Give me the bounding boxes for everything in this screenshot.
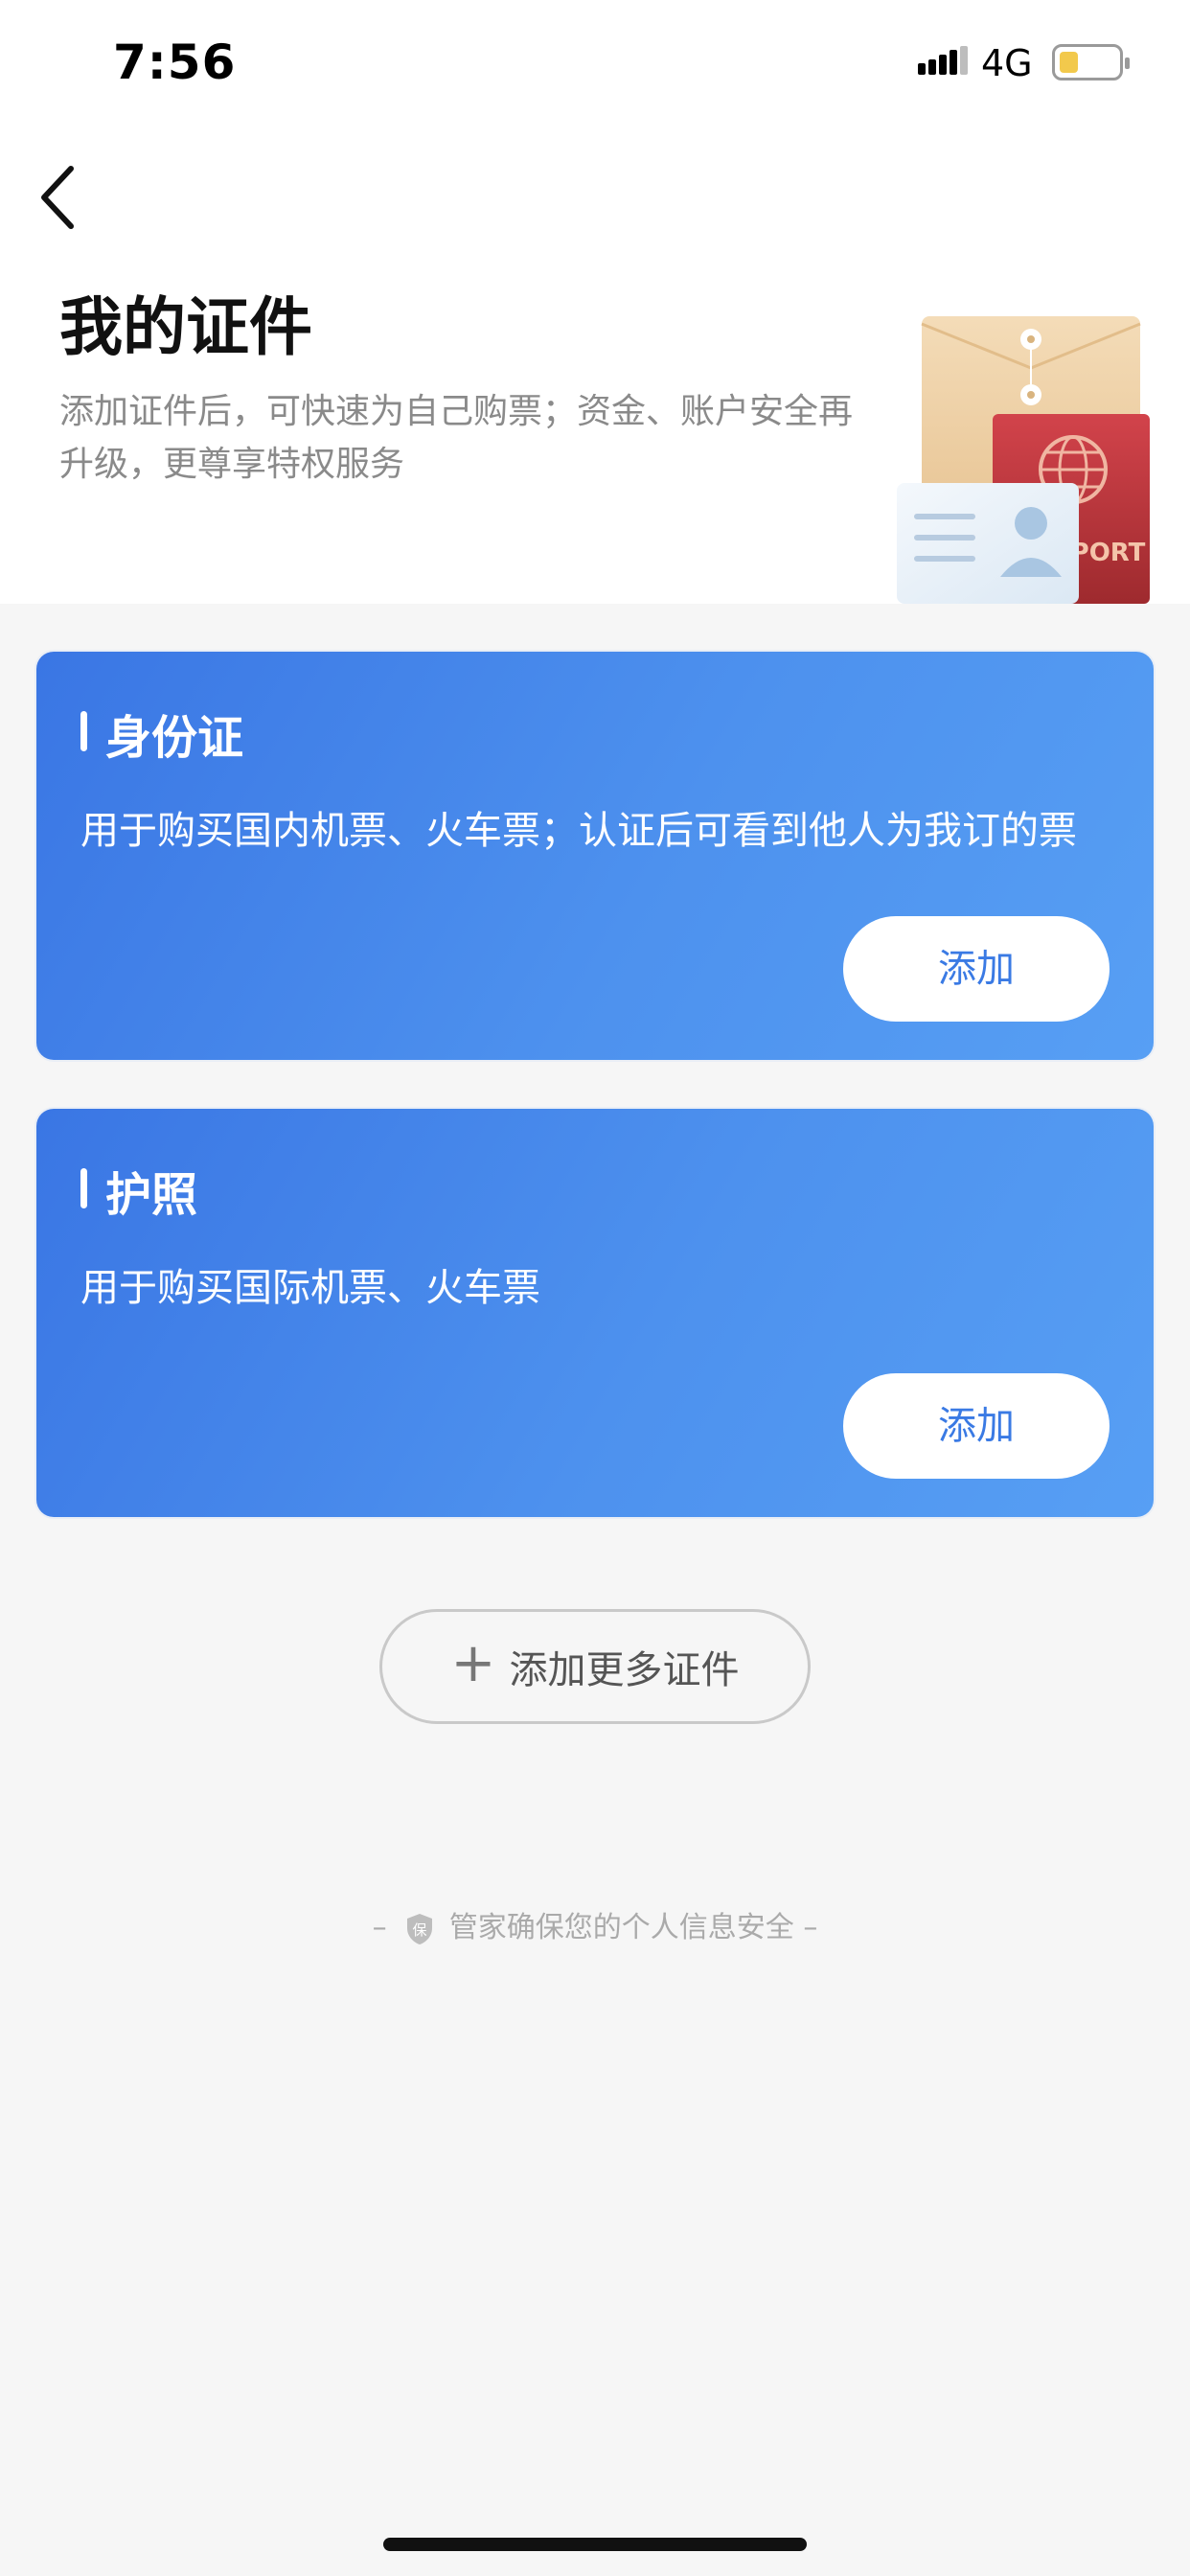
documents-illustration: PASSPORT	[897, 316, 1150, 604]
card-description: 用于购买国际机票、火车票	[80, 1266, 540, 1310]
passport-card: 护照 用于购买国际机票、火车票 添加	[36, 1109, 1154, 1517]
add-passport-button[interactable]: 添加	[843, 1373, 1110, 1479]
privacy-text: 管家确保您的个人信息安全	[448, 1911, 794, 1944]
status-time: 7:56	[113, 34, 237, 90]
card-description: 用于购买国内机票、火车票；认证后可看到他人为我订的票	[80, 809, 1077, 853]
back-button[interactable]	[29, 159, 86, 236]
battery-level	[1060, 52, 1078, 73]
title-accent-bar	[80, 711, 87, 751]
page: 7:56 4G 我的证件 添加证件后，可快速为自己购票；资金、账户安全再升级，更…	[0, 0, 1190, 2576]
signal-icon	[918, 46, 968, 75]
add-more-documents-button[interactable]: + 添加更多证件	[379, 1609, 811, 1724]
status-bar: 7:56 4G	[0, 0, 1190, 134]
network-type: 4G	[981, 42, 1033, 84]
card-title: 身份证	[105, 711, 244, 765]
dash-left: –	[372, 1911, 387, 1944]
add-id-card-button[interactable]: 添加	[843, 916, 1110, 1022]
battery-icon	[1052, 44, 1130, 80]
home-indicator[interactable]	[383, 2538, 807, 2551]
header: 我的证件 添加证件后，可快速为自己购票；资金、账户安全再升级，更尊享特权服务	[0, 134, 1190, 604]
add-more-label: 添加更多证件	[509, 1648, 740, 1692]
title-accent-bar	[80, 1168, 87, 1208]
page-title: 我的证件	[59, 290, 312, 364]
id-card-shape	[897, 483, 1079, 604]
id-card-card: 身份证 用于购买国内机票、火车票；认证后可看到他人为我订的票 添加	[36, 652, 1154, 1060]
shield-icon: 保	[407, 1913, 433, 1944]
dash-right: –	[803, 1911, 818, 1944]
svg-text:保: 保	[413, 1921, 427, 1939]
page-subtitle: 添加证件后，可快速为自己购票；资金、账户安全再升级，更尊享特权服务	[59, 392, 854, 484]
privacy-note: – 保 管家确保您的个人信息安全 –	[0, 1903, 1190, 1945]
plus-icon: +	[450, 1632, 496, 1694]
card-title: 护照	[105, 1168, 198, 1222]
